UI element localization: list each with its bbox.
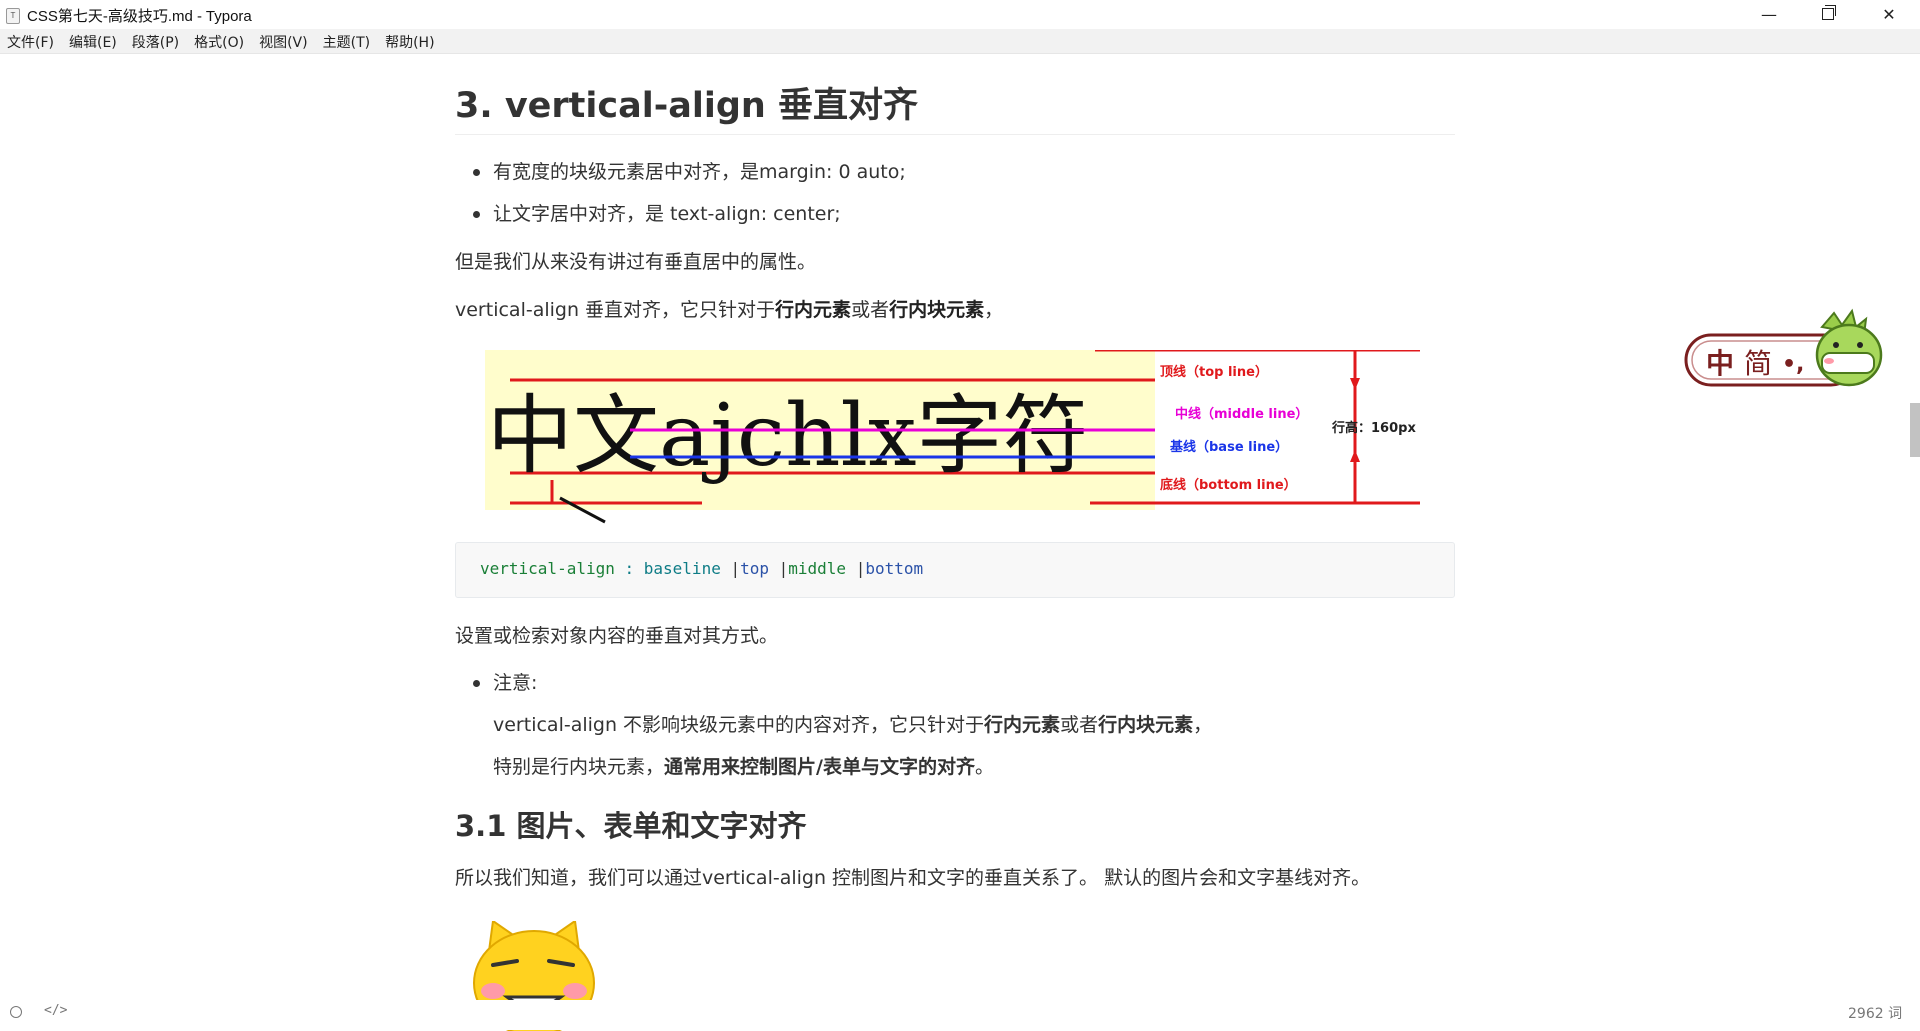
bold-text: 行内元素 [984,714,1061,736]
code-line: vertical-align : baseline |top |middle |… [480,559,923,578]
code-property: vertical-align [480,559,615,578]
code-bar: | [846,559,866,578]
note-text: 特别是行内块元素， [493,756,665,778]
label-bottom-line: 底线（bottom line） [1160,477,1297,493]
label-top-line: 顶线（top line） [1160,364,1268,380]
subheading-image-form-text-align[interactable]: 3.1 图片、表单和文字对齐 [455,803,806,845]
menu-help[interactable]: 帮助(H) [378,29,442,53]
code-value: bottom [865,559,924,578]
diagram-sample-text: 中文ajchlx字符 [487,386,1089,486]
ime-punctuation-label: •, [1782,352,1804,377]
menu-file[interactable]: 文件(F) [0,29,62,53]
note-text: vertical-align 不影响块级元素中的内容对齐，它只针对于 [493,714,985,736]
close-button[interactable]: ✕ [1860,0,1918,29]
paragraph[interactable]: 设置或检索对象内容的垂直对其方式。 [455,621,778,648]
source-code-mode-icon[interactable]: </> [44,1003,67,1018]
bullet-dot [473,680,480,687]
code-block[interactable]: vertical-align : baseline |top |middle |… [455,542,1455,598]
label-base-line: 基线（base line） [1169,439,1288,455]
typora-app-icon: T [6,8,20,24]
label-middle-line: 中线（middle line） [1175,406,1308,422]
cat-blush-left [481,983,505,999]
menu-view[interactable]: 视图(V) [252,29,316,53]
ime-chinese-label: 中 [1706,347,1734,380]
dino-eye-right [1857,342,1863,348]
label-line-height: 行高：160px [1331,420,1416,436]
ime-simplified-label: 简 [1744,347,1772,380]
bullet-dot [473,211,480,218]
heading-vertical-align[interactable]: 3. vertical-align 垂直对齐 [455,77,918,128]
menu-edit[interactable]: 编辑(E) [62,29,125,53]
paragraph[interactable]: 所以我们知道，我们可以通过vertical-align 控制图片和文字的垂直关系… [455,863,1370,890]
paragraph[interactable]: 但是我们从来没有讲过有垂直居中的属性。 [455,247,816,274]
paragraph-text: ， [984,299,1004,321]
bold-text: 行内块元素 [889,299,985,321]
bold-text: 行内块元素 [1098,714,1194,736]
code-separator: : [614,559,644,578]
code-bar: | [720,559,741,578]
list-item[interactable]: 让文字居中对齐，是 text-align: center; [493,199,841,226]
title-bar: T CSS第七天-高级技巧.md - Typora — ✕ [0,0,1920,29]
window-title: CSS第七天-高级技巧.md - Typora [27,8,252,25]
vertical-align-diagram[interactable]: 中文ajchlx字符 顶线（top line） 中线（middle line） … [485,350,1420,525]
menu-bar: 文件(F) 编辑(E) 段落(P) 格式(O) 视图(V) 主题(T) 帮助(H) [0,29,1920,54]
status-bar [0,1000,1920,1030]
note-line[interactable]: vertical-align 不影响块级元素中的内容对齐，它只针对于行内元素或者… [493,710,1212,737]
note-text: 或者 [1060,714,1099,736]
list-item[interactable]: 有宽度的块级元素居中对齐，是margin: 0 auto; [493,157,906,184]
note-text: 。 [974,756,994,778]
note-text: ， [1193,714,1213,736]
menu-paragraph[interactable]: 段落(P) [125,29,187,53]
menu-format[interactable]: 格式(O) [187,29,252,53]
dino-eye-left [1833,342,1839,348]
menu-theme[interactable]: 主题(T) [316,29,378,53]
bold-text: 通常用来控制图片/表单与文字的对齐 [664,756,975,778]
vertical-scrollbar-thumb[interactable] [1910,403,1920,457]
minimize-button[interactable]: — [1740,0,1798,29]
note-line[interactable]: 特别是行内块元素，通常用来控制图片/表单与文字的对齐。 [493,752,994,779]
code-value: top [740,559,769,578]
code-value: baseline [643,559,721,578]
paragraph-text: 或者 [851,299,890,321]
restore-icon [1822,8,1834,20]
heading-underline [455,134,1455,135]
dino-blush [1824,358,1834,364]
sidebar-toggle-icon[interactable] [10,1006,22,1018]
maximize-button[interactable] [1800,0,1858,29]
code-bar: | [769,559,789,578]
bullet-dot [473,169,480,176]
code-value: middle [788,559,847,578]
ime-status-widget[interactable]: 中 简 •, [1684,305,1884,387]
paragraph-text: vertical-align 垂直对齐，它只针对于 [455,299,776,321]
cat-blush-right [563,983,587,999]
paragraph[interactable]: vertical-align 垂直对齐，它只针对于行内元素或者行内块元素， [455,295,1003,322]
word-count[interactable]: 2962 词 [1848,1003,1902,1023]
bold-text: 行内元素 [775,299,852,321]
note-label[interactable]: 注意: [493,668,537,695]
